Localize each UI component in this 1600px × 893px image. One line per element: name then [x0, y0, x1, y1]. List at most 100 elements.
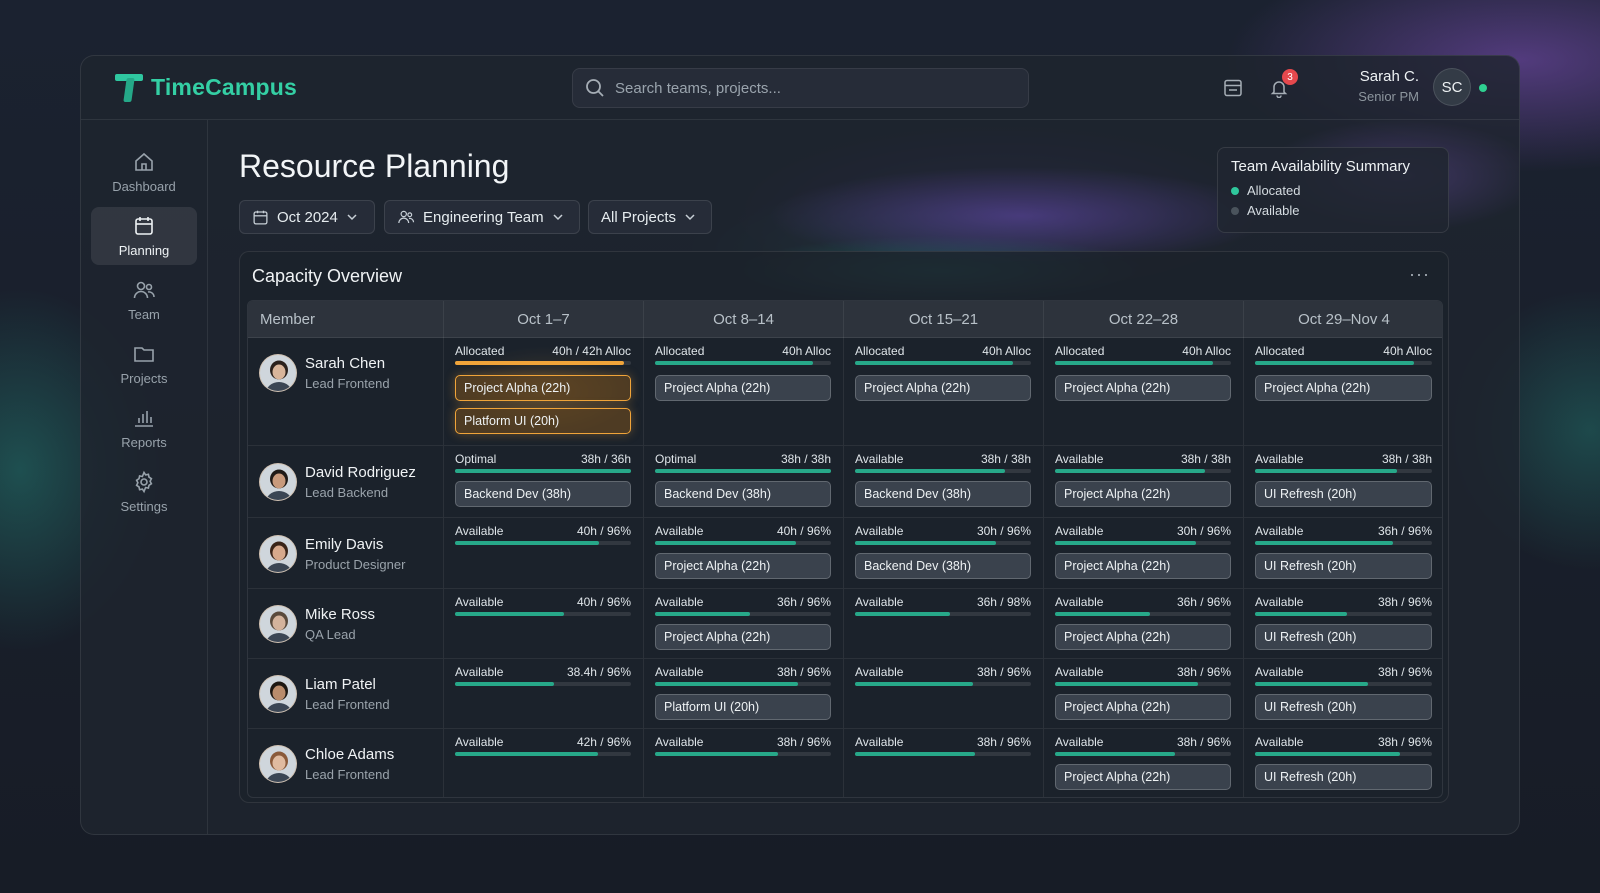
capacity-bar — [855, 541, 1031, 545]
capacity-cell[interactable]: Available 38h / 96% UI Refresh (20h) — [1244, 659, 1442, 728]
search-input[interactable] — [615, 79, 995, 97]
member-cell[interactable]: David Rodriguez Lead Backend — [248, 446, 444, 517]
allocation-status: Available — [455, 665, 504, 679]
capacity-cell[interactable]: Available 38.4h / 96% — [444, 659, 644, 728]
calendar-view-button[interactable] — [1221, 76, 1245, 100]
capacity-cell[interactable]: Optimal 38h / 38h Backend Dev (38h) — [644, 446, 844, 517]
capacity-cell[interactable]: Available 40h / 96% Project Alpha (22h) — [644, 518, 844, 588]
project-chip[interactable]: Backend Dev (38h) — [855, 553, 1031, 579]
more-options-icon[interactable]: ··· — [1409, 264, 1430, 285]
capacity-cell[interactable]: Available 38h / 96% Platform UI (20h) — [644, 659, 844, 728]
capacity-cell[interactable]: Available 38h / 96% — [644, 729, 844, 797]
capacity-cell[interactable]: Available 36h / 96% Project Alpha (22h) — [1044, 589, 1244, 658]
project-chip[interactable]: Project Alpha (22h) — [455, 375, 631, 401]
cell-header: Allocated 40h Alloc — [855, 344, 1031, 358]
capacity-cell[interactable]: Allocated 40h Alloc Project Alpha (22h) — [844, 338, 1044, 445]
week-column-header: Oct 22–28 — [1044, 301, 1244, 338]
project-chip[interactable]: Project Alpha (22h) — [1055, 553, 1231, 579]
cell-header: Available 38.4h / 96% — [455, 665, 631, 679]
project-chip[interactable]: Project Alpha (22h) — [1055, 694, 1231, 720]
project-chip[interactable]: Backend Dev (38h) — [455, 481, 631, 507]
capacity-bar — [455, 541, 631, 545]
project-chip[interactable]: Backend Dev (38h) — [855, 481, 1031, 507]
project-chip[interactable]: UI Refresh (20h) — [1255, 694, 1432, 720]
projects-filter-dropdown[interactable]: All Projects — [588, 200, 712, 234]
cell-header: Optimal 38h / 36h — [455, 452, 631, 466]
sidebar-item-projects[interactable]: Projects — [91, 335, 197, 393]
notifications-button[interactable]: 3 — [1267, 69, 1298, 100]
cell-header: Allocated 40h Alloc — [1055, 344, 1231, 358]
capacity-cell[interactable]: Allocated 40h Alloc Project Alpha (22h) — [1244, 338, 1442, 445]
search-bar[interactable] — [572, 68, 1029, 108]
capacity-cell[interactable]: Available 40h / 96% — [444, 518, 644, 588]
member-cell[interactable]: Chloe Adams Lead Frontend — [248, 729, 444, 797]
allocation-status: Available — [855, 595, 904, 609]
capacity-cell[interactable]: Available 42h / 96% — [444, 729, 644, 797]
allocation-status: Available — [655, 595, 704, 609]
capacity-cell[interactable]: Available 38h / 96% UI Refresh (20h) — [1244, 589, 1442, 658]
capacity-cell[interactable]: Available 36h / 98% — [844, 589, 1044, 658]
sidebar-item-settings[interactable]: Settings — [91, 463, 197, 521]
capacity-cell[interactable]: Available 38h / 96% UI Refresh (20h) — [1244, 729, 1442, 797]
capacity-cell[interactable]: Available 38h / 96% Project Alpha (22h) — [1044, 659, 1244, 728]
allocation-status: Available — [455, 595, 504, 609]
capacity-cell[interactable]: Available 36h / 96% UI Refresh (20h) — [1244, 518, 1442, 588]
capacity-cell[interactable]: Available 38h / 38h Project Alpha (22h) — [1044, 446, 1244, 517]
table-row: Mike Ross QA Lead Available 40h / 96% Availa… — [248, 589, 1442, 659]
project-chip[interactable]: Project Alpha (22h) — [655, 375, 831, 401]
sidebar-item-dashboard[interactable]: Dashboard — [91, 143, 197, 201]
capacity-cell[interactable]: Optimal 38h / 36h Backend Dev (38h) — [444, 446, 644, 517]
capacity-bar — [655, 469, 831, 473]
allocation-hours: 40h Alloc — [782, 344, 831, 358]
capacity-bar — [455, 682, 631, 686]
project-chip[interactable]: UI Refresh (20h) — [1255, 624, 1432, 650]
sidebar-item-team[interactable]: Team — [91, 271, 197, 329]
project-chip[interactable]: Backend Dev (38h) — [655, 481, 831, 507]
team-filter-dropdown[interactable]: Engineering Team — [384, 200, 580, 234]
capacity-bar — [855, 469, 1031, 473]
project-chip[interactable]: UI Refresh (20h) — [1255, 553, 1432, 579]
capacity-bar — [1255, 752, 1432, 756]
capacity-cell[interactable]: Available 38h / 96% — [844, 659, 1044, 728]
capacity-cell[interactable]: Available 30h / 96% Backend Dev (38h) — [844, 518, 1044, 588]
project-chip[interactable]: Project Alpha (22h) — [1055, 375, 1231, 401]
member-cell[interactable]: Liam Patel Lead Frontend — [248, 659, 444, 728]
project-chip[interactable]: Platform UI (20h) — [455, 408, 631, 434]
user-info[interactable]: Sarah C. Senior PM — [1358, 68, 1419, 104]
sidebar-item-planning[interactable]: Planning — [91, 207, 197, 265]
capacity-bar-fill — [1055, 682, 1198, 686]
project-chip[interactable]: Project Alpha (22h) — [1255, 375, 1432, 401]
capacity-cell[interactable]: Available 40h / 96% — [444, 589, 644, 658]
project-chip[interactable]: Project Alpha (22h) — [655, 553, 831, 579]
capacity-cell[interactable]: Allocated 40h / 42h Alloc Project Alpha (2… — [444, 338, 644, 445]
user-avatar[interactable]: SC — [1433, 68, 1471, 106]
project-chip[interactable]: UI Refresh (20h) — [1255, 481, 1432, 507]
member-cell[interactable]: Mike Ross QA Lead — [248, 589, 444, 658]
project-chip[interactable]: Project Alpha (22h) — [1055, 624, 1231, 650]
project-chip[interactable]: Project Alpha (22h) — [855, 375, 1031, 401]
project-chip[interactable]: Project Alpha (22h) — [655, 624, 831, 650]
capacity-cell[interactable]: Allocated 40h Alloc Project Alpha (22h) — [644, 338, 844, 445]
month-filter-dropdown[interactable]: Oct 2024 — [239, 200, 375, 234]
capacity-cell[interactable]: Available 38h / 38h Backend Dev (38h) — [844, 446, 1044, 517]
capacity-cell[interactable]: Available 30h / 96% Project Alpha (22h) — [1044, 518, 1244, 588]
capacity-bar-fill — [1055, 361, 1214, 365]
capacity-cell[interactable]: Available 38h / 96% — [844, 729, 1044, 797]
project-chip[interactable]: UI Refresh (20h) — [1255, 764, 1432, 790]
member-name: Chloe Adams — [305, 746, 395, 763]
capacity-cell[interactable]: Allocated 40h Alloc Project Alpha (22h) — [1044, 338, 1244, 445]
project-chip[interactable]: Project Alpha (22h) — [1055, 481, 1231, 507]
sidebar-item-reports[interactable]: Reports — [91, 399, 197, 457]
capacity-cell[interactable]: Available 36h / 96% Project Alpha (22h) — [644, 589, 844, 658]
member-cell[interactable]: Emily Davis Product Designer — [248, 518, 444, 588]
project-chip[interactable]: Platform UI (20h) — [655, 694, 831, 720]
avatar — [259, 675, 297, 713]
member-cell[interactable]: Sarah Chen Lead Frontend — [248, 338, 444, 445]
member-column-header: Member — [248, 301, 444, 338]
project-chip[interactable]: Project Alpha (22h) — [1055, 764, 1231, 790]
capacity-cell[interactable]: Available 38h / 38h UI Refresh (20h) — [1244, 446, 1442, 517]
capacity-cell[interactable]: Available 38h / 96% Project Alpha (22h) — [1044, 729, 1244, 797]
allocation-status: Allocated — [455, 344, 505, 358]
avatar — [259, 745, 297, 783]
app-logo[interactable]: TimeCampus — [115, 72, 297, 102]
